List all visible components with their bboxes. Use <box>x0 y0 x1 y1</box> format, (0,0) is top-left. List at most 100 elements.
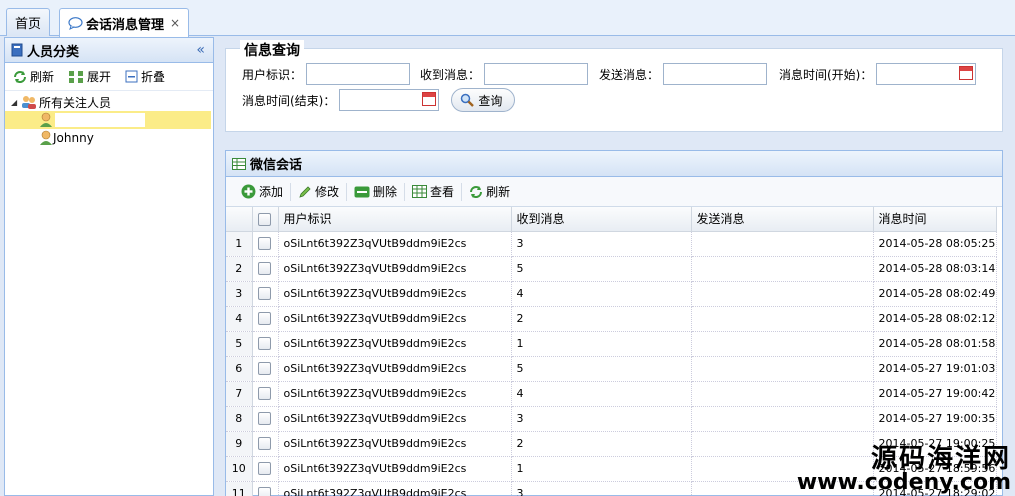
search-button-label: 查询 <box>478 93 503 108</box>
sent-cell <box>691 381 874 407</box>
sent-input[interactable] <box>663 63 768 85</box>
table-row[interactable]: 6 oSiLnt6t392Z3qVUtB9ddm9iE2cs 5 2014-05-27… <box>226 356 997 382</box>
tree-expand-button[interactable]: 展开 <box>68 68 111 85</box>
user-id-cell: oSiLnt6t392Z3qVUtB9ddm9iE2cs <box>278 381 512 407</box>
query-legend: 信息查询 <box>240 40 304 60</box>
row-checkbox[interactable] <box>257 337 271 351</box>
received-cell: 4 <box>511 281 692 307</box>
search-button[interactable]: 查询 <box>451 88 516 112</box>
user-id-label: 用户标识： <box>242 67 303 82</box>
tab-session-messages[interactable]: 会话消息管理 × <box>59 8 190 37</box>
panel-title: 人员分类 <box>27 44 80 60</box>
row-checkbox[interactable] <box>257 412 271 426</box>
magnifier-icon <box>460 93 475 107</box>
calendar-icon[interactable] <box>959 66 974 80</box>
close-tab-icon[interactable]: × <box>170 16 180 30</box>
grid-title: 微信会话 <box>250 158 303 173</box>
row-checkbox[interactable] <box>257 287 271 301</box>
user-id-input[interactable] <box>306 63 411 85</box>
received-cell: 5 <box>511 256 692 282</box>
delete-button[interactable]: 删除 <box>347 182 406 201</box>
row-checkbox[interactable] <box>257 362 271 376</box>
time-cell: 2014-05-28 08:01:58 <box>873 331 997 357</box>
row-number: 1 <box>226 231 253 257</box>
user-id-cell: oSiLnt6t392Z3qVUtB9ddm9iE2cs <box>278 331 512 357</box>
sent-field-group: 发送消息： <box>599 63 768 85</box>
table-row[interactable]: 4 oSiLnt6t392Z3qVUtB9ddm9iE2cs 2 2014-05-28… <box>226 306 997 332</box>
grid-refresh-label: 刷新 <box>486 185 511 199</box>
table-row[interactable]: 8 oSiLnt6t392Z3qVUtB9ddm9iE2cs 3 2014-05-27… <box>226 406 997 432</box>
table-row[interactable]: 1 oSiLnt6t392Z3qVUtB9ddm9iE2cs 3 2014-05-28… <box>226 231 997 257</box>
column-header[interactable]: 消息时间 <box>873 207 997 232</box>
row-number: 11 <box>226 481 253 496</box>
refresh-icon <box>13 70 27 84</box>
calendar-icon[interactable] <box>422 92 437 106</box>
tree-root-label: 所有关注人员 <box>39 95 112 110</box>
tree-refresh-label: 刷新 <box>30 70 55 84</box>
sent-cell <box>691 356 874 382</box>
row-checkbox[interactable] <box>257 237 271 251</box>
table-row[interactable]: 5 oSiLnt6t392Z3qVUtB9ddm9iE2cs 1 2014-05-28… <box>226 331 997 357</box>
view-button-label: 查看 <box>430 185 455 199</box>
tree-toolbar: 刷新 展开 折叠 <box>5 63 213 91</box>
grid-toolbar: 添加 修改 删除 查看 刷新 <box>226 177 1002 207</box>
tree-node-johnny[interactable]: Johnny <box>5 129 213 147</box>
row-number: 4 <box>226 306 253 332</box>
grid-refresh-button[interactable]: 刷新 <box>462 183 517 201</box>
user-id-cell: oSiLnt6t392Z3qVUtB9ddm9iE2cs <box>278 356 512 382</box>
received-cell: 4 <box>511 381 692 407</box>
tree-collapse-button[interactable]: 折叠 <box>125 68 165 85</box>
tree-refresh-button[interactable]: 刷新 <box>13 68 54 85</box>
row-number: 5 <box>226 331 253 357</box>
view-button[interactable]: 查看 <box>405 182 463 201</box>
received-cell: 3 <box>511 406 692 432</box>
row-checkbox[interactable] <box>257 387 271 401</box>
grid-header: 微信会话 <box>226 151 1002 177</box>
row-checkbox-cell <box>252 456 279 482</box>
panel-header: 人员分类 « <box>5 38 213 63</box>
tree-expanded-arrow-icon[interactable]: ◢ <box>11 98 21 107</box>
user-id-cell: oSiLnt6t392Z3qVUtB9ddm9iE2cs <box>278 456 512 482</box>
row-checkbox[interactable] <box>257 437 271 451</box>
received-cell: 5 <box>511 356 692 382</box>
received-input[interactable] <box>484 63 589 85</box>
table-icon <box>232 157 246 170</box>
row-number: 10 <box>226 456 253 482</box>
received-label: 收到消息： <box>420 67 481 82</box>
table-row[interactable]: 2 oSiLnt6t392Z3qVUtB9ddm9iE2cs 5 2014-05-28… <box>226 256 997 282</box>
query-fieldset: 信息查询 用户标识： 收到消息： 发送消息： 消息时间(开始)： 消息时间(结束… <box>225 40 1003 132</box>
row-number: 9 <box>226 431 253 457</box>
collapse-panel-icon[interactable]: « <box>196 42 205 58</box>
sent-cell <box>691 256 874 282</box>
edit-button[interactable]: 修改 <box>291 182 348 201</box>
table-row[interactable]: 7 oSiLnt6t392Z3qVUtB9ddm9iE2cs 4 2014-05-27… <box>226 381 997 407</box>
expand-icon <box>68 70 84 84</box>
select-all-checkbox[interactable] <box>257 212 271 226</box>
column-header[interactable]: 用户标识 <box>278 207 512 232</box>
tree-node-selected[interactable] <box>5 111 211 129</box>
row-checkbox[interactable] <box>257 262 271 276</box>
row-checkbox[interactable] <box>257 312 271 326</box>
tree-collapse-label: 折叠 <box>141 70 166 84</box>
row-checkbox-cell <box>252 381 279 407</box>
user-id-cell: oSiLnt6t392Z3qVUtB9ddm9iE2cs <box>278 306 512 332</box>
tree-root-node[interactable]: ◢ 所有关注人员 <box>5 93 213 111</box>
table-row[interactable]: 3 oSiLnt6t392Z3qVUtB9ddm9iE2cs 4 2014-05-28… <box>226 281 997 307</box>
column-header[interactable]: 发送消息 <box>691 207 874 232</box>
row-checkbox[interactable] <box>257 487 271 496</box>
select-all-header <box>252 207 279 232</box>
row-checkbox-cell <box>252 406 279 432</box>
watermark-line-2: www.codeny.com <box>796 470 1011 495</box>
row-number: 6 <box>226 356 253 382</box>
view-icon <box>412 185 428 198</box>
row-checkbox[interactable] <box>257 462 271 476</box>
tab-home[interactable]: 首页 <box>6 8 51 36</box>
tab-home-label: 首页 <box>15 17 42 32</box>
column-header[interactable]: 收到消息 <box>511 207 692 232</box>
refresh-icon <box>469 185 483 199</box>
add-button[interactable]: 添加 <box>234 182 292 201</box>
book-icon <box>11 43 23 57</box>
tree-node-label <box>55 113 145 127</box>
personnel-tree: ◢ 所有关注人员 Johnny <box>5 91 213 147</box>
row-checkbox-cell <box>252 306 279 332</box>
